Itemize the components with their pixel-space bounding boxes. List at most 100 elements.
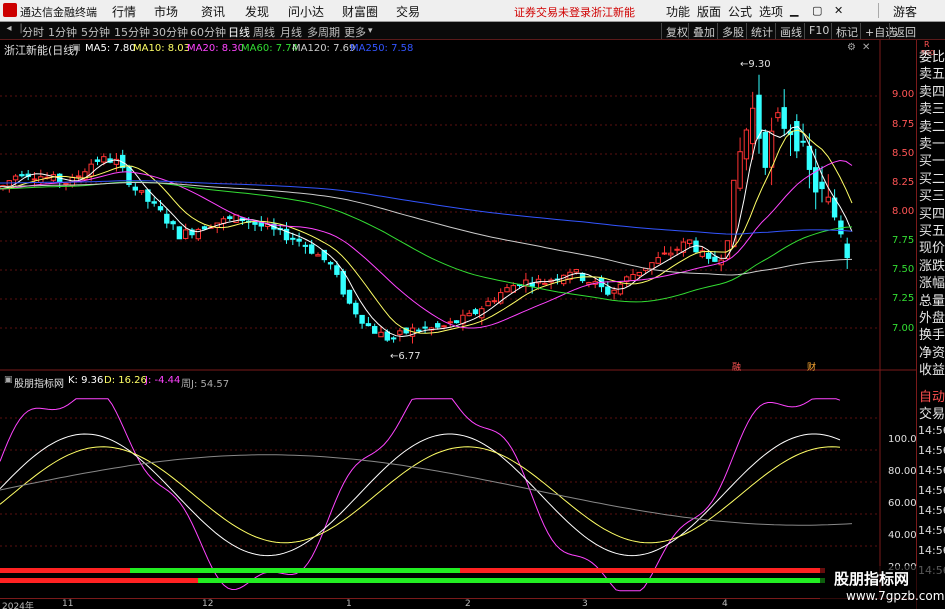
date-tick: 2	[465, 599, 471, 609]
period-daily[interactable]: 日线	[228, 24, 250, 40]
more-dropdown-icon[interactable]: ▾	[368, 26, 373, 36]
indicator-tick: 100.0	[888, 434, 917, 445]
ma120-label: MA120: 7.69	[292, 43, 356, 54]
overlay-button[interactable]: 叠加	[688, 23, 719, 39]
moving-average-lines	[0, 126, 853, 338]
period-more[interactable]: 更多	[344, 24, 366, 40]
period-15min[interactable]: 15分钟	[114, 24, 150, 40]
date-tick: 11	[62, 599, 74, 609]
menu-options[interactable]: 选项	[759, 3, 783, 20]
candle-body	[466, 312, 472, 317]
candle-body	[12, 175, 19, 181]
menu-wealth[interactable]: 财富圈	[342, 3, 378, 20]
period-multi[interactable]: 多周期	[307, 24, 340, 40]
period-weekly[interactable]: 周线	[253, 24, 275, 40]
tick-time: 14:56	[918, 424, 945, 437]
candle-body	[19, 174, 25, 177]
kline-chart-area[interactable]	[0, 40, 916, 598]
candle-body	[252, 221, 258, 225]
candle-body	[378, 331, 384, 338]
j-line	[0, 398, 841, 592]
candle-body	[668, 252, 674, 256]
candle-body	[372, 326, 378, 334]
candle-body	[800, 140, 806, 143]
indicator-tick: 80.00	[888, 466, 917, 477]
indicator-settings-icon[interactable]: ▣	[4, 375, 13, 385]
f10-button[interactable]: F10	[804, 23, 833, 39]
price-tick: 7.25	[892, 293, 915, 304]
candle-body	[384, 331, 391, 341]
candle-body	[151, 201, 157, 204]
d-line	[0, 446, 841, 544]
candle-body	[630, 273, 636, 282]
multi-stock-button[interactable]: 多股	[717, 23, 748, 39]
candle-body	[794, 121, 800, 152]
candle-body	[340, 270, 346, 295]
date-tick: 3	[582, 599, 588, 609]
candle-body	[290, 237, 296, 240]
chart-title: 浙江新能(日线)	[4, 44, 79, 57]
candle-body	[844, 243, 850, 259]
candle-body	[359, 314, 365, 324]
stats-button[interactable]: 统计	[746, 23, 777, 39]
quote-label: 买二	[919, 171, 945, 187]
ma-line	[0, 180, 853, 235]
app-logo-icon	[3, 3, 17, 17]
quote-label: 买四	[919, 206, 945, 222]
quote-label: 涨幅	[919, 276, 945, 292]
divider	[878, 3, 879, 18]
tick-time: 14:56	[918, 444, 945, 457]
period-60min[interactable]: 60分钟	[190, 24, 226, 40]
menu-formula[interactable]: 公式	[728, 3, 752, 20]
quote-label: 委比	[919, 50, 945, 65]
candle-body	[655, 257, 661, 264]
close-icon[interactable]: ✕	[834, 4, 843, 17]
period-monthly[interactable]: 月线	[280, 24, 302, 40]
margin-marker[interactable]: 融	[732, 360, 741, 373]
candle-body	[768, 130, 775, 168]
period-intraday[interactable]: 分时	[22, 24, 44, 40]
tick-time: 14:56	[918, 484, 945, 497]
candle-body	[447, 321, 454, 324]
ma-line	[0, 159, 853, 329]
menu-discover[interactable]: 发现	[245, 3, 269, 20]
guest-label[interactable]: 游客	[893, 3, 917, 20]
candle-body	[258, 222, 265, 227]
back-button[interactable]: 返回	[889, 23, 920, 39]
low-price-label: 6.77	[398, 351, 421, 362]
period-1min[interactable]: 1分钟	[48, 24, 77, 40]
candle-body	[775, 112, 781, 119]
menu-layout[interactable]: 版面	[697, 3, 721, 20]
candle-body	[296, 238, 302, 242]
indicator-k: K: 9.36	[68, 375, 104, 386]
login-status[interactable]: 证券交易未登录	[514, 4, 591, 20]
close-panel-icon[interactable]: ✕	[862, 42, 870, 53]
draw-line-button[interactable]: 画线	[775, 23, 806, 39]
menu-quotes[interactable]: 行情	[112, 3, 136, 20]
menu-market[interactable]: 市场	[154, 3, 178, 20]
period-30min[interactable]: 30分钟	[152, 24, 188, 40]
signal-bar-green	[130, 568, 460, 573]
menu-news[interactable]: 资讯	[201, 3, 225, 20]
finance-marker[interactable]: 财	[807, 360, 816, 373]
mark-button[interactable]: 标记	[831, 23, 862, 39]
ma20-label: MA20: 8.30	[187, 43, 245, 54]
gear-icon[interactable]: ⚙	[847, 42, 856, 53]
candle-body	[605, 286, 611, 295]
auto-trade-label[interactable]: 交易	[919, 403, 945, 422]
candle-body	[227, 216, 233, 219]
menu-trade[interactable]: 交易	[396, 3, 420, 20]
settings-icon[interactable]: ▣	[72, 43, 81, 53]
signal-bar-green	[198, 578, 825, 583]
menu-function[interactable]: 功能	[666, 3, 690, 20]
quote-label: 外盘	[919, 311, 945, 326]
maximize-icon[interactable]: ▢	[812, 4, 822, 17]
menu-ask[interactable]: 问小达	[288, 3, 324, 20]
period-5min[interactable]: 5分钟	[81, 24, 110, 40]
minimize-icon[interactable]: ▁	[790, 4, 798, 17]
price-tick: 8.75	[892, 119, 915, 130]
ma-line	[0, 129, 853, 334]
quote-label: 现价	[919, 241, 945, 257]
candle-body	[573, 269, 579, 273]
indicator-title: 股朋指标网	[14, 379, 64, 390]
